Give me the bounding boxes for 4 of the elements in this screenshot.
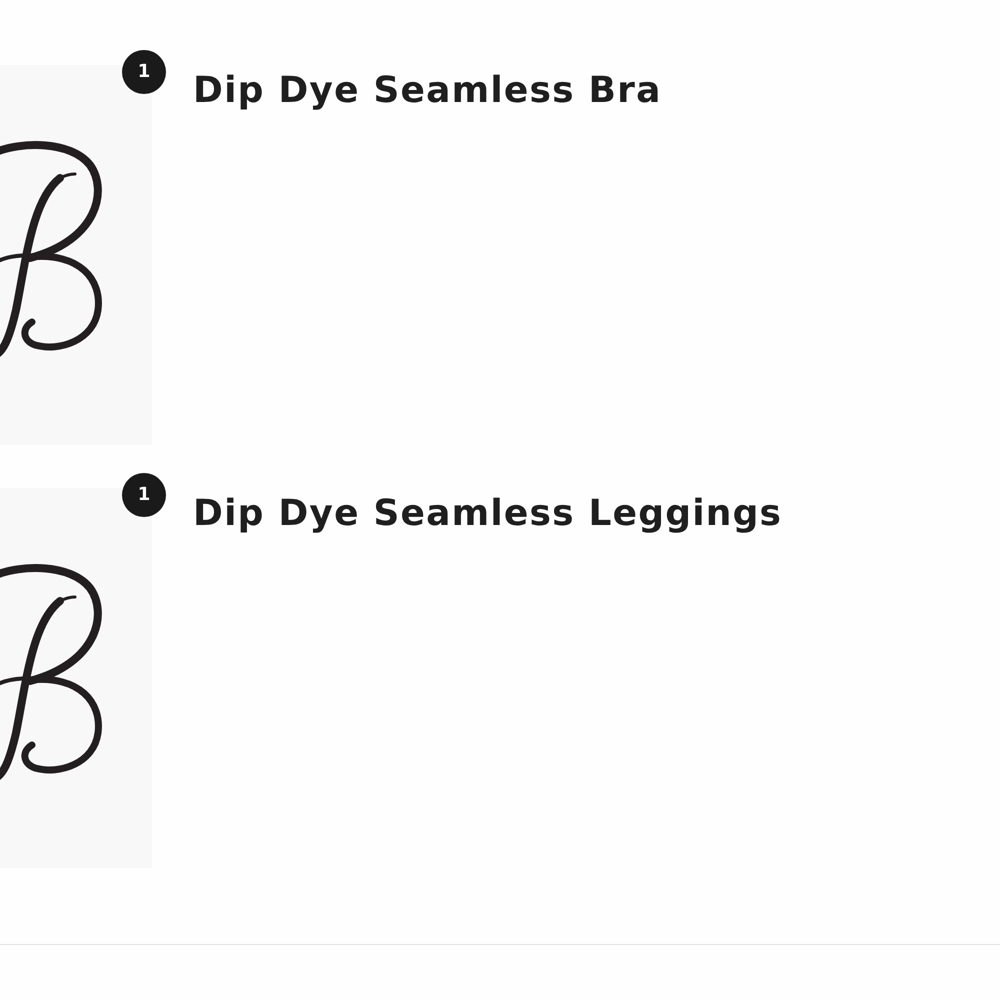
product-name: Dip Dye Seamless Leggings [193,492,782,536]
quantity-badge: 1 [122,473,166,517]
quantity-badge: 1 [122,50,166,94]
product-name: Dip Dye Seamless Bra [193,69,662,113]
